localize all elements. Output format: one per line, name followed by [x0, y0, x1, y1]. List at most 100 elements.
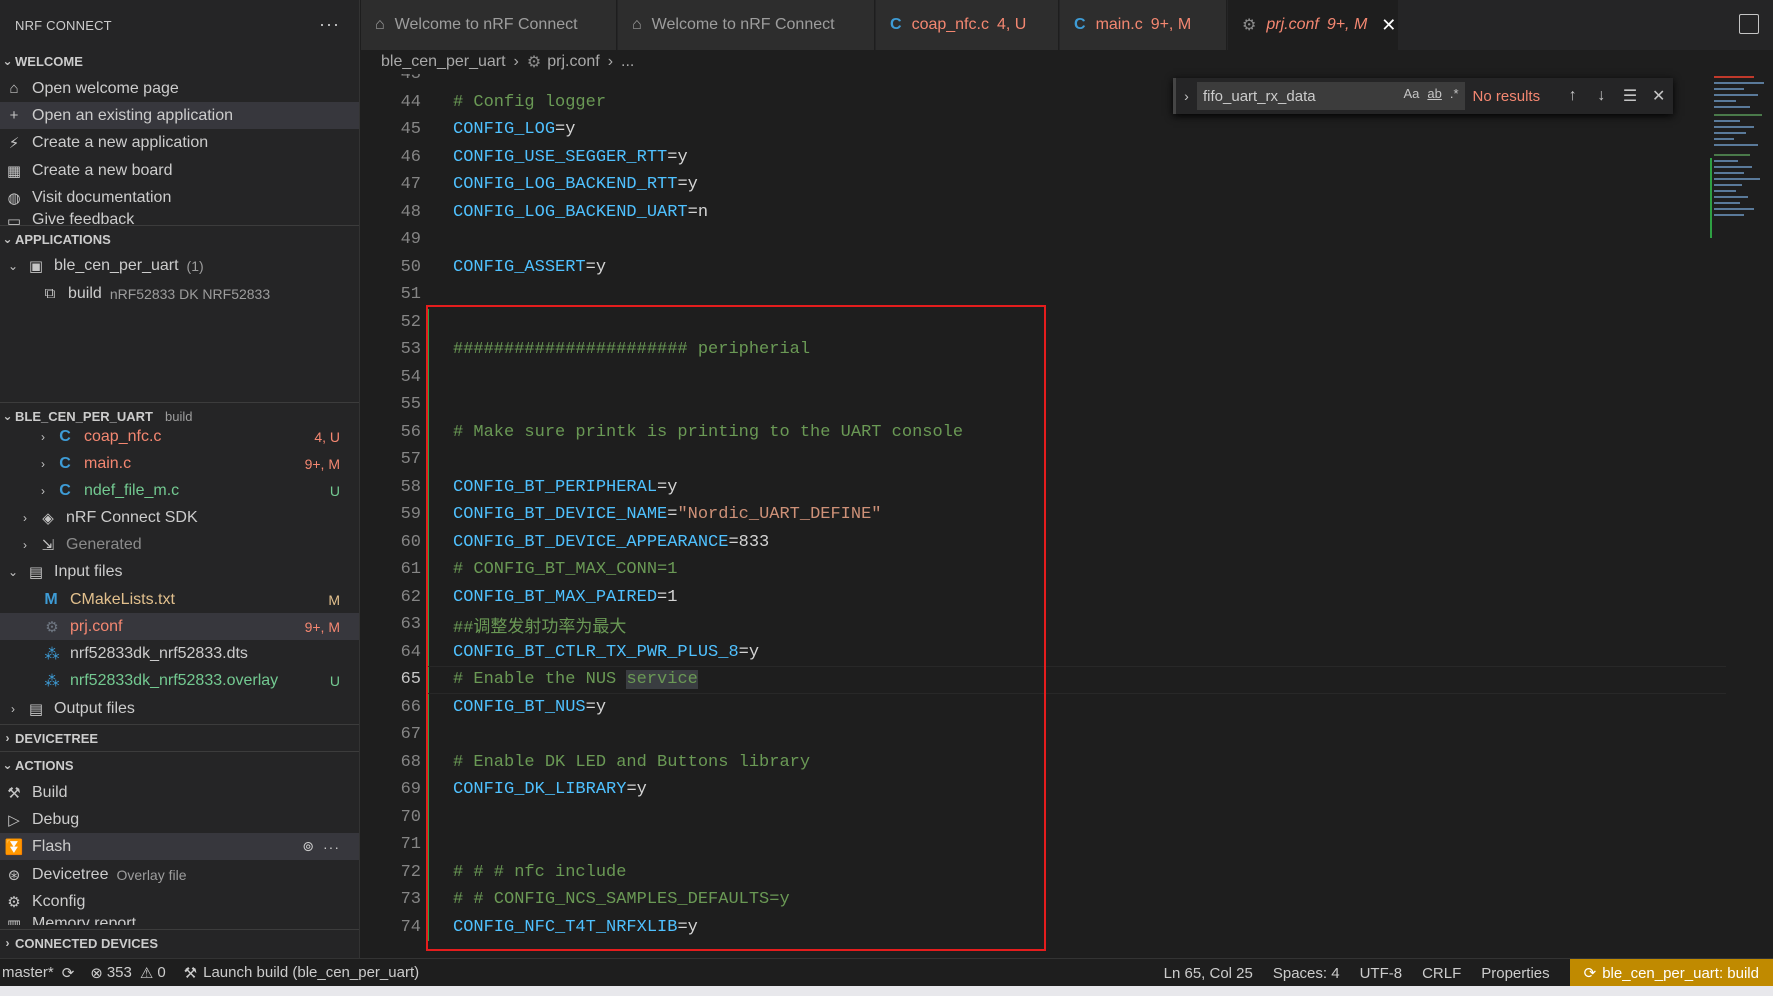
line-ending[interactable]: CRLF	[1422, 965, 1461, 982]
tab-badge: 9+, M	[1150, 16, 1192, 33]
breadcrumb-symbol[interactable]: ...	[621, 53, 634, 71]
file-badge: 4, U	[314, 428, 340, 445]
welcome-item-label: Create a new application	[32, 133, 209, 151]
action-build[interactable]: ⚒ Build	[0, 779, 359, 806]
file-name: nrf52833dk_nrf52833.overlay	[70, 671, 279, 689]
sidebar-header: NRF CONNECT ···	[0, 0, 359, 50]
section-applications[interactable]: ⌄ APPLICATIONS	[0, 226, 359, 252]
warning-count[interactable]: 0	[157, 964, 165, 981]
warning-icon[interactable]: ⚠	[140, 964, 153, 982]
encoding[interactable]: UTF-8	[1360, 965, 1403, 982]
chevron-right-icon: ›	[607, 53, 614, 70]
file-item-ndef[interactable]: › C ndef_file_m.c U	[0, 477, 359, 504]
welcome-item-open-existing[interactable]: + Open an existing application	[0, 102, 359, 129]
build-status[interactable]: ⟳ ble_cen_per_uart: build	[1569, 959, 1773, 987]
action-devicetree[interactable]: ⊛ Devicetree Overlay file	[0, 861, 359, 888]
tab-label: prj.conf	[1266, 16, 1319, 33]
welcome-item-feedback[interactable]: ▭ Give feedback	[0, 211, 359, 225]
tab-welcome-2[interactable]: ⌂ Welcome to nRF Connect	[618, 0, 875, 50]
code-line[interactable]: 46 CONFIG_USE_SEGGER_RTT=y	[361, 144, 1711, 172]
tab-main-c[interactable]: C main.c 9+, M	[1060, 0, 1227, 50]
section-project-subtitle: build	[164, 408, 193, 424]
sync-icon[interactable]: ⟳	[62, 964, 75, 982]
code-text: CONFIG_ASSERT=y	[453, 258, 606, 277]
output-files-item[interactable]: › ▤ Output files	[0, 695, 359, 722]
taskbar-edge	[0, 986, 1773, 996]
sidebar: NRF CONNECT ··· ⌄ WELCOME ⌂ Open welcome…	[0, 0, 360, 958]
chevron-right-icon: ›	[23, 510, 27, 525]
match-case-icon[interactable]: Aa	[1404, 86, 1420, 101]
error-icon[interactable]: ⊗	[90, 964, 103, 982]
minimap[interactable]	[1710, 74, 1773, 254]
home-icon: ⌂	[632, 16, 642, 33]
code-token: CONFIG_LOG	[453, 120, 556, 140]
generated-label: Generated	[66, 535, 142, 553]
sdk-item[interactable]: › ◈ nRF Connect SDK	[0, 504, 359, 531]
section-connected-devices[interactable]: › CONNECTED DEVICES	[0, 930, 359, 956]
generated-item[interactable]: › ⇲ Generated	[0, 531, 359, 558]
arrow-down-icon[interactable]: ↓	[1587, 87, 1616, 105]
action-memory-report[interactable]: ▥ Memory report	[0, 915, 359, 925]
find-in-selection-icon[interactable]: ☰	[1616, 86, 1645, 106]
close-icon[interactable]: ✕	[1644, 86, 1673, 106]
section-welcome[interactable]: ⌄ WELCOME	[0, 48, 359, 74]
generated-icon: ⇲	[41, 536, 55, 554]
file-item-coap[interactable]: › C coap_nfc.c 4, U	[0, 423, 359, 450]
welcome-item-docs[interactable]: ◍ Visit documentation	[0, 184, 359, 211]
launch-build[interactable]: Launch build (ble_cen_per_uart)	[203, 964, 419, 981]
indentation[interactable]: Spaces: 4	[1273, 965, 1340, 982]
build-config-item[interactable]: ⧉ build nRF52833 DK NRF52833	[0, 280, 359, 307]
code-line[interactable]: 50 CONFIG_ASSERT=y	[361, 254, 1711, 282]
language-mode[interactable]: Properties	[1481, 965, 1549, 982]
welcome-item-create-app[interactable]: ⚡ Create a new application	[0, 129, 359, 156]
chevron-right-icon: ›	[41, 483, 45, 498]
tab-prj-conf[interactable]: ⚙ prj.conf 9+, M ✕	[1228, 0, 1398, 50]
cursor-position[interactable]: Ln 65, Col 25	[1164, 965, 1253, 982]
arrow-up-icon[interactable]: ↑	[1558, 87, 1587, 105]
tab-badge: 9+, M	[1326, 16, 1368, 33]
regex-icon[interactable]: .*	[1450, 86, 1459, 101]
breadcrumb-file[interactable]: prj.conf	[547, 53, 599, 71]
line-number: 50	[400, 257, 421, 277]
close-icon[interactable]: ✕	[1381, 15, 1396, 36]
code-editor[interactable]: 43 44 # Config logger 45 CONFIG_LOG=y 46 CONFI…	[361, 74, 1773, 958]
tab-coap-nfc[interactable]: C coap_nfc.c 4, U	[876, 0, 1059, 50]
minimap-line	[1714, 160, 1738, 162]
action-kconfig[interactable]: ⚙ Kconfig	[0, 888, 359, 915]
input-file-overlay[interactable]: ⁂ nrf52833dk_nrf52833.overlay U	[0, 667, 359, 694]
input-file-prjconf[interactable]: ⚙ prj.conf 9+, M	[0, 613, 359, 640]
action-flash[interactable]: ⏬ Flash ⊚ ···	[0, 833, 359, 860]
code-token: CONFIG_LOG_BACKEND_RTT	[453, 175, 678, 195]
build-folder-icon: ⧉	[44, 285, 56, 302]
welcome-item-open-welcome[interactable]: ⌂ Open welcome page	[0, 75, 359, 102]
minimap-line	[1714, 190, 1736, 192]
compare-layout-icon[interactable]	[1739, 14, 1759, 34]
more-actions-icon[interactable]: ···	[319, 14, 340, 35]
plus-icon: +	[9, 107, 19, 124]
error-count[interactable]: 353	[107, 964, 132, 981]
code-line[interactable]: 49	[361, 226, 1711, 254]
toggle-replace-chevron-icon[interactable]: ›	[1176, 88, 1197, 104]
section-devicetree[interactable]: › DEVICETREE	[0, 725, 359, 751]
code-line[interactable]: 47 CONFIG_LOG_BACKEND_RTT=y	[361, 171, 1711, 199]
input-file-dts[interactable]: ⁂ nrf52833dk_nrf52833.dts	[0, 640, 359, 667]
breadcrumb-folder[interactable]: ble_cen_per_uart	[381, 53, 506, 71]
devicetree-file-icon: ⁂	[44, 645, 60, 663]
chevron-right-icon: ›	[41, 456, 45, 471]
section-actions[interactable]: ⌄ ACTIONS	[0, 752, 359, 778]
code-line[interactable]: 48 CONFIG_LOG_BACKEND_UART=n	[361, 199, 1711, 227]
find-input[interactable]: fifo_uart_rx_data Aa ab .*	[1197, 82, 1465, 110]
erase-flash-icon[interactable]: ⊚	[302, 838, 314, 855]
tab-welcome-1[interactable]: ⌂ Welcome to nRF Connect	[361, 0, 617, 50]
welcome-item-create-board[interactable]: ▦ Create a new board	[0, 157, 359, 184]
input-files-item[interactable]: ⌄ ▤ Input files	[0, 558, 359, 585]
more-actions-icon[interactable]: ···	[323, 839, 340, 855]
file-item-main[interactable]: › C main.c 9+, M	[0, 450, 359, 477]
match-word-icon[interactable]: ab	[1427, 86, 1441, 101]
line-number: 55	[400, 395, 421, 415]
git-branch[interactable]: master*	[2, 964, 54, 981]
action-debug[interactable]: ▷ Debug	[0, 806, 359, 833]
code-line[interactable]: 45 CONFIG_LOG=y	[361, 116, 1711, 144]
input-file-cmakelists[interactable]: M CMakeLists.txt M	[0, 586, 359, 613]
application-item[interactable]: ⌄ ▣ ble_cen_per_uart (1)	[0, 252, 359, 279]
